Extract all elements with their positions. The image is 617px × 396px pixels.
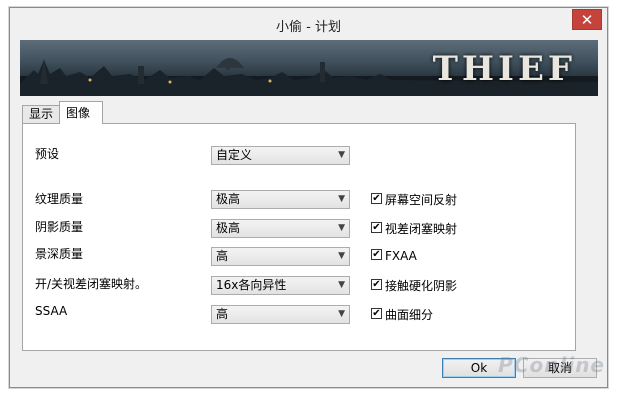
checkbox-tessellation[interactable]: ✔ 曲面细分 [371,306,433,322]
thief-logo: THIEF [432,49,576,89]
chevron-down-icon: ▼ [338,251,345,261]
checkbox-label: FXAA [385,248,417,263]
preset-select-value: 自定义 [216,148,253,162]
anisotropic-value: 16x各向异性 [216,278,287,292]
dof-quality-select[interactable]: 高 ▼ [211,247,350,266]
chevron-down-icon: ▼ [338,150,345,160]
checkbox-fxaa[interactable]: ✔ FXAA [371,248,417,264]
preset-select[interactable]: 自定义 ▼ [211,146,350,165]
shadow-quality-value: 极高 [216,221,241,235]
parallax-occlusion-label: 开/关视差闭塞映射。 [35,277,148,291]
dof-quality-label: 景深质量 [35,247,84,261]
checkbox-parallax-occlusion[interactable]: ✔ 视差闭塞映射 [371,220,457,236]
checkmark-icon[interactable]: ✔ [371,279,382,290]
window-title: 小偷 - 计划 [276,20,341,35]
checkmark-icon[interactable]: ✔ [371,222,382,233]
checkbox-label: 屏幕空间反射 [385,193,458,207]
game-banner: THIEF [20,40,598,96]
checkbox-screen-space-reflection[interactable]: ✔ 屏幕空间反射 [371,191,457,207]
chevron-down-icon: ▼ [338,309,345,319]
chevron-down-icon: ▼ [338,194,345,204]
chevron-down-icon: ▼ [338,223,345,233]
texture-quality-label: 纹理质量 [35,192,84,206]
graphics-settings-panel: 预设 自定义 ▼ 纹理质量 极高 ▼ 阴影质量 极高 ▼ 景深质量 高 ▼ 开/… [22,123,576,351]
texture-quality-select[interactable]: 极高 ▼ [211,190,350,209]
checkmark-icon[interactable]: ✔ [371,249,382,260]
tab-graphics[interactable]: 图像 [59,101,103,124]
checkbox-label: 接触硬化阴影 [385,279,458,293]
preset-label: 预设 [35,147,60,161]
ssaa-label: SSAA [35,304,68,318]
checkbox-label: 视差闭塞映射 [385,222,458,236]
checkbox-label: 曲面细分 [385,308,434,322]
texture-quality-value: 极高 [216,192,241,206]
checkmark-icon[interactable]: ✔ [371,193,382,204]
shadow-quality-select[interactable]: 极高 ▼ [211,219,350,238]
tab-display[interactable]: 显示 [22,105,60,123]
shadow-quality-label: 阴影质量 [35,220,84,234]
ssaa-value: 高 [216,307,229,321]
dof-quality-value: 高 [216,249,229,263]
ssaa-select[interactable]: 高 ▼ [211,305,350,324]
chevron-down-icon: ▼ [338,280,345,290]
checkmark-icon[interactable]: ✔ [371,308,382,319]
anisotropic-select[interactable]: 16x各向异性 ▼ [211,276,350,295]
checkbox-contact-hardening-shadows[interactable]: ✔ 接触硬化阴影 [371,277,457,293]
dialog-window: 小偷 - 计划 ✕ THIEF 显示 图像 预设 自定义 ▼ 纹理质量 极高 ▼… [9,7,608,388]
title-bar[interactable]: 小偷 - 计划 ✕ [10,8,607,40]
close-button[interactable]: ✕ [572,9,602,30]
pconline-watermark: PConline [498,353,605,377]
